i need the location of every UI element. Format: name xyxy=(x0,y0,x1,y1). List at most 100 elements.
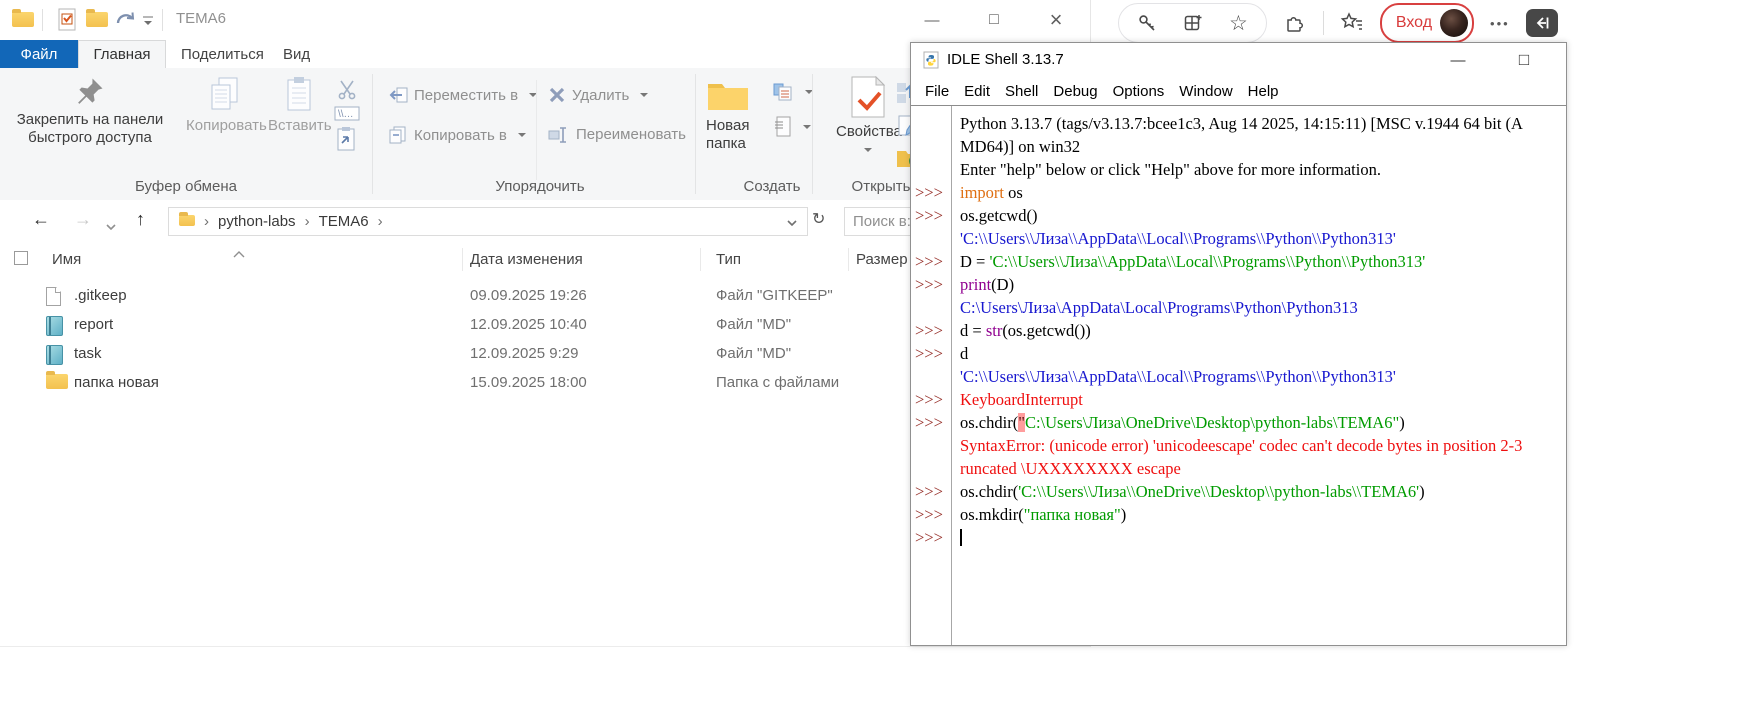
shell-line: 'C:\\Users\\Лиза\\AppData\\Local\\Progra… xyxy=(911,365,1566,388)
tab-share[interactable]: Поделиться xyxy=(181,40,264,68)
copy-to-icon xyxy=(388,126,408,144)
breadcrumb-tema6[interactable]: ТЕМА6 xyxy=(319,213,369,230)
idle-minimize-icon[interactable]: — xyxy=(1441,47,1475,73)
rename-label: Переименовать xyxy=(576,126,686,143)
code-segment: os.chdir( xyxy=(960,413,1018,432)
qat-customize-icon[interactable] xyxy=(142,14,154,32)
shell-text: 'C:\\Users\\Лиза\\AppData\\Local\\Progra… xyxy=(951,227,1566,250)
code-segment: str xyxy=(986,321,1003,340)
tab-file[interactable]: Файл xyxy=(0,40,78,68)
dropdown-caret-icon xyxy=(640,93,648,97)
prompt-gutter xyxy=(911,135,951,158)
qat-redo-icon[interactable] xyxy=(114,8,138,37)
menu-help[interactable]: Help xyxy=(1248,83,1279,100)
code-segment: 'C:\\Users\\Лиза\\AppData\\Local\\Progra… xyxy=(960,367,1396,386)
properties-button[interactable]: Свойства xyxy=(836,76,900,159)
copy-icon xyxy=(209,76,241,112)
new-item-button[interactable] xyxy=(774,116,811,138)
idle-shell-window: IDLE Shell 3.13.7 — □ File Edit Shell De… xyxy=(910,42,1567,646)
new-item-icon xyxy=(774,116,792,138)
select-all-checkbox[interactable] xyxy=(14,251,28,265)
column-date[interactable]: Дата изменения xyxy=(470,251,583,268)
move-to-icon xyxy=(388,86,408,104)
minimize-icon[interactable]: — xyxy=(912,6,952,34)
code-segment: os.mkdir( xyxy=(960,505,1024,524)
forward-icon[interactable]: → xyxy=(74,209,92,230)
menu-window[interactable]: Window xyxy=(1179,83,1232,100)
shell-line: >>>os.mkdir("папка новая") xyxy=(911,503,1566,526)
shell-line: >>>os.chdir("C:\Users\Лиза\OneDrive\Desk… xyxy=(911,411,1566,434)
shell-line: MD64)] on win32 xyxy=(911,135,1566,158)
move-to-button[interactable]: Переместить в xyxy=(388,86,537,104)
copy-to-button[interactable]: Копировать в xyxy=(388,126,526,144)
tab-view[interactable]: Вид xyxy=(283,40,310,68)
qat-new-folder-icon[interactable] xyxy=(86,12,108,32)
column-name[interactable]: Имя xyxy=(52,251,81,268)
code-segment: C:\Users\Лиза\OneDrive\Desktop\python-la… xyxy=(1025,413,1399,432)
idle-maximize-icon[interactable]: □ xyxy=(1507,47,1541,73)
refresh-icon[interactable]: ↻ xyxy=(812,209,825,229)
column-size[interactable]: Размер xyxy=(856,251,908,268)
paste-button[interactable]: Вставить xyxy=(268,76,330,135)
breadcrumb-python-labs[interactable]: python-labs xyxy=(218,213,296,230)
delete-button[interactable]: Удалить xyxy=(548,86,648,104)
login-button[interactable]: Вход xyxy=(1380,3,1474,43)
shell-line: >>>os.getcwd() xyxy=(911,204,1566,227)
dropdown-caret-icon xyxy=(518,133,526,137)
python-file-icon xyxy=(923,51,939,74)
shell-lines: Python 3.13.7 (tags/v3.13.7:bcee1c3, Aug… xyxy=(911,112,1566,549)
shell-line: >>> xyxy=(911,526,1566,549)
back-icon[interactable]: ← xyxy=(32,209,50,230)
menu-shell[interactable]: Shell xyxy=(1005,83,1038,100)
file-date: 12.09.2025 9:29 xyxy=(470,345,578,362)
menu-edit[interactable]: Edit xyxy=(964,83,990,100)
shell-line: >>>d = str(os.getcwd()) xyxy=(911,319,1566,342)
menu-options[interactable]: Options xyxy=(1113,83,1165,100)
column-divider xyxy=(848,248,849,271)
menu-debug[interactable]: Debug xyxy=(1053,83,1097,100)
favorites-list-icon[interactable] xyxy=(1340,12,1364,34)
shell-text: D = 'C:\\Users\\Лиза\\AppData\\Local\\Pr… xyxy=(951,250,1566,273)
address-bar[interactable]: › python-labs › ТЕМА6 › xyxy=(168,207,808,236)
paste-shortcut-button[interactable] xyxy=(336,126,356,157)
close-icon[interactable]: × xyxy=(1036,6,1076,34)
shell-line: >>>os.chdir('C:\\Users\\Лиза\\OneDrive\\… xyxy=(911,480,1566,503)
menu-file[interactable]: File xyxy=(925,83,949,100)
maximize-icon[interactable]: □ xyxy=(974,6,1014,34)
qat-properties-icon[interactable] xyxy=(58,8,78,37)
tab-home[interactable]: Главная xyxy=(78,40,166,68)
column-type[interactable]: Тип xyxy=(716,251,741,268)
up-icon[interactable]: ↑ xyxy=(136,209,145,230)
prompt-gutter: >>> xyxy=(911,342,951,365)
copy-path-icon: \\… xyxy=(334,106,360,121)
shell-text: MD64)] on win32 xyxy=(951,135,1566,158)
extensions-puzzle-icon[interactable] xyxy=(1283,11,1307,35)
titlebar-divider xyxy=(42,9,43,31)
password-key-icon[interactable] xyxy=(1137,13,1157,33)
copy-path-button[interactable]: \\… xyxy=(334,106,360,126)
rename-button[interactable]: Переименовать xyxy=(548,126,686,143)
shell-text: C:\Users\Лиза\AppData\Local\Programs\Pyt… xyxy=(951,296,1566,319)
tiles-add-icon[interactable] xyxy=(1183,13,1203,33)
new-folder-button[interactable]: Новая папка xyxy=(706,78,766,153)
easy-access-button[interactable] xyxy=(772,82,813,102)
pin-quick-access-button[interactable]: Закрепить на панели быстрого доступа xyxy=(14,76,166,147)
recent-caret-icon[interactable] xyxy=(106,217,116,235)
code-segment: (D) xyxy=(991,275,1014,294)
shell-line: Enter "help" below or click "Help" above… xyxy=(911,158,1566,181)
paste-shortcut-icon xyxy=(336,126,356,152)
address-caret-icon[interactable] xyxy=(787,213,797,231)
prompt-gutter: >>> xyxy=(911,411,951,434)
more-menu-icon[interactable]: ••• xyxy=(1490,16,1510,31)
shell-text-area[interactable]: Python 3.13.7 (tags/v3.13.7:bcee1c3, Aug… xyxy=(911,105,1566,645)
copy-button[interactable]: Копировать xyxy=(186,76,264,135)
sidebar-toggle-icon[interactable] xyxy=(1526,9,1558,37)
code-segment: print xyxy=(960,275,991,294)
avatar xyxy=(1440,9,1468,37)
prompt-gutter xyxy=(911,365,951,388)
bookmark-star-icon[interactable]: ☆ xyxy=(1229,13,1248,34)
group-label-clipboard: Буфер обмена xyxy=(111,178,261,195)
cut-button[interactable] xyxy=(336,78,358,105)
code-segment: ) xyxy=(1419,482,1425,501)
prompt-gutter: >>> xyxy=(911,250,951,273)
